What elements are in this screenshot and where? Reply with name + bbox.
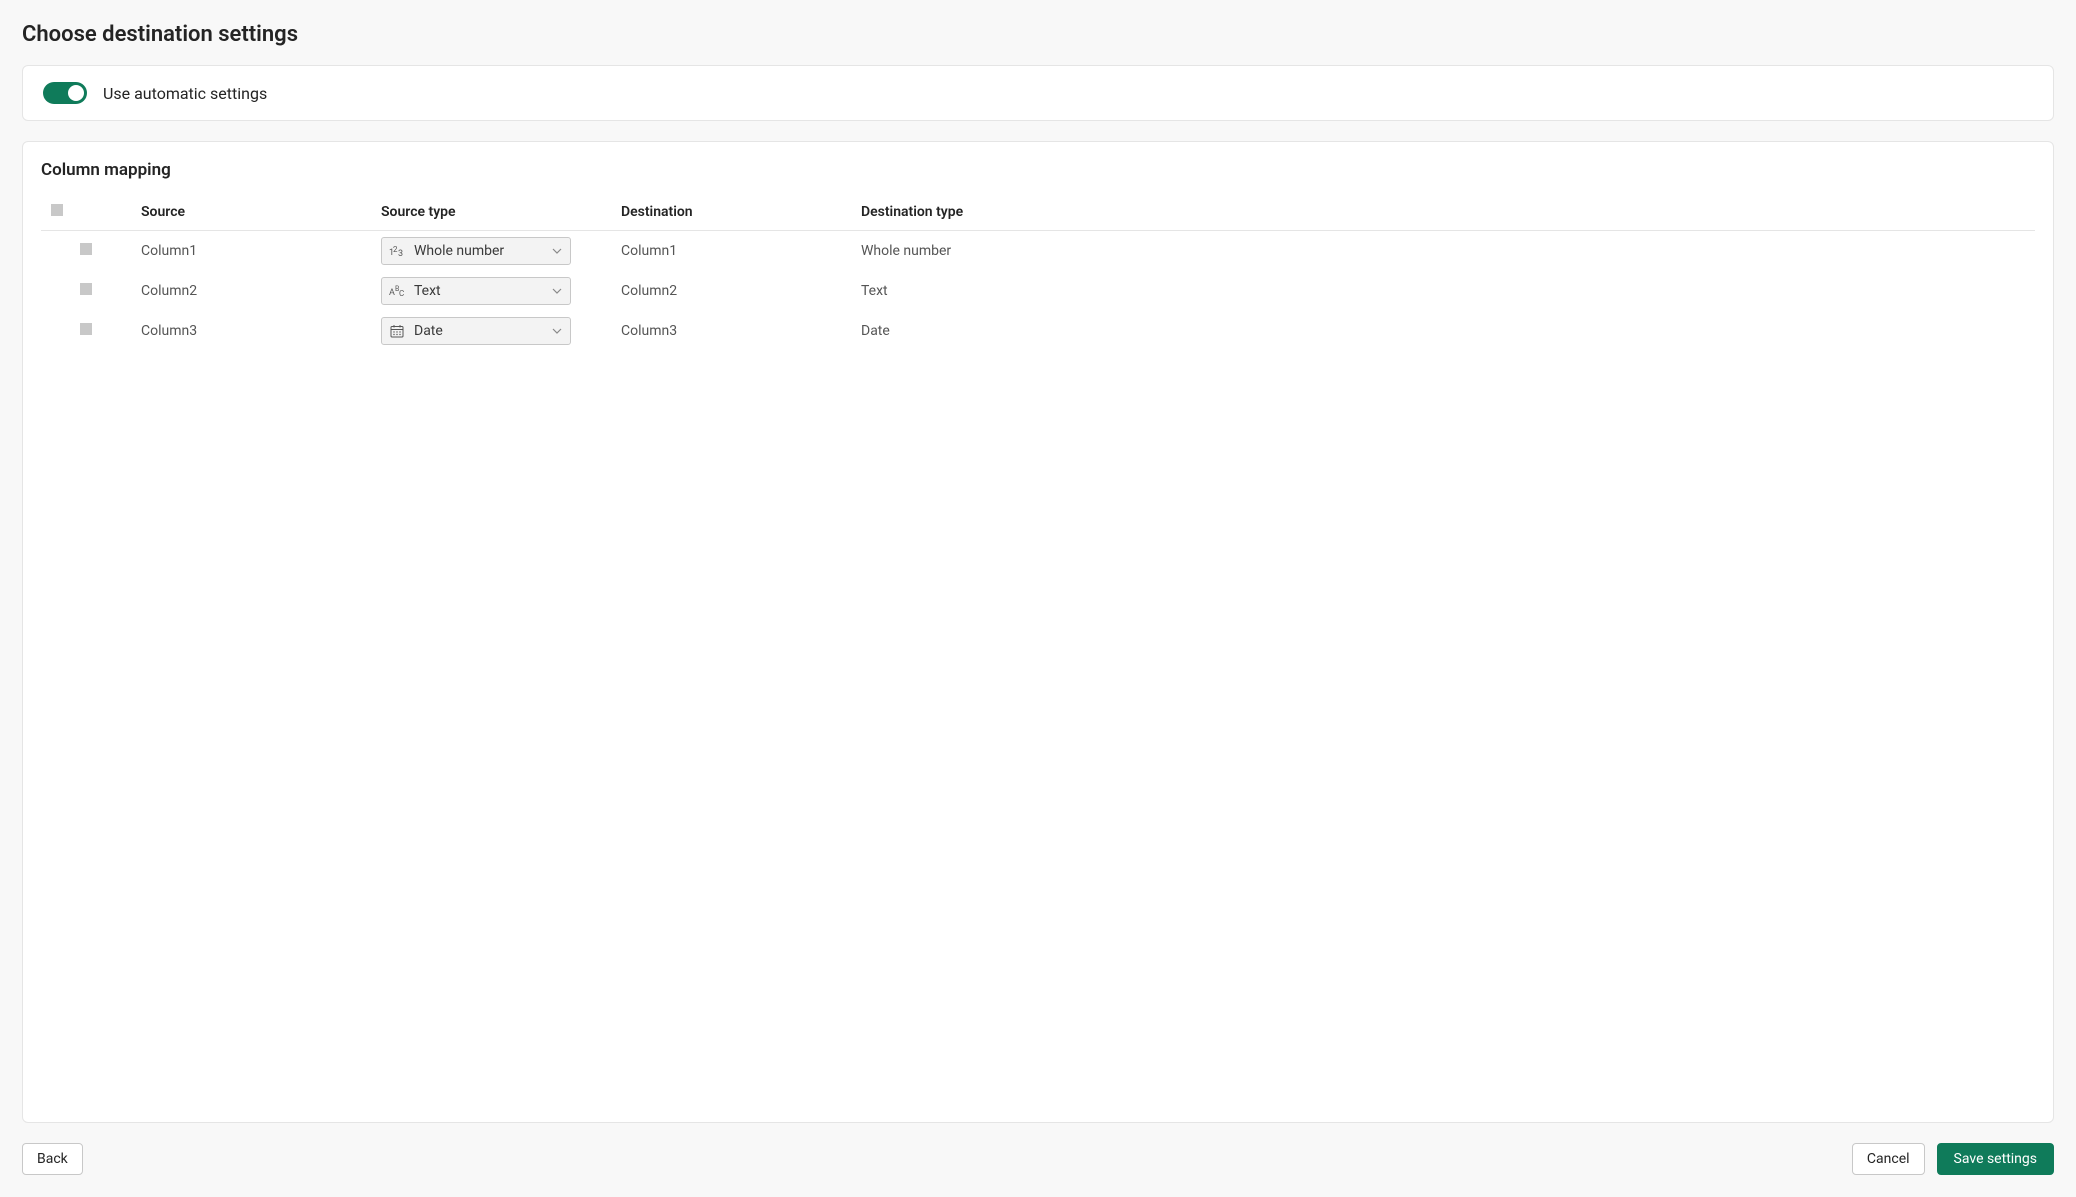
- header-destination: Destination: [611, 196, 851, 231]
- column-mapping-title: Column mapping: [41, 160, 2035, 180]
- page-title: Choose destination settings: [22, 22, 2054, 47]
- footer-bar: Back Cancel Save settings: [22, 1143, 2054, 1197]
- source-type-dropdown[interactable]: Date: [381, 317, 571, 345]
- chevron-down-icon: [552, 288, 562, 294]
- source-type-label: Text: [414, 283, 544, 299]
- destination-type-cell: Date: [851, 311, 2035, 351]
- chevron-down-icon: [552, 248, 562, 254]
- row-checkbox[interactable]: [80, 243, 92, 255]
- cancel-button[interactable]: Cancel: [1852, 1143, 1925, 1175]
- source-type-label: Date: [414, 323, 544, 339]
- table-row: Column2 ABC Text Column2 Text: [41, 271, 2035, 311]
- source-cell: Column3: [131, 311, 371, 351]
- header-destination-type: Destination type: [851, 196, 2035, 231]
- destination-type-cell: Text: [851, 271, 2035, 311]
- source-cell: Column1: [131, 231, 371, 272]
- header-checkbox-cell: [41, 196, 131, 231]
- column-mapping-card: Column mapping Source Source type Destin…: [22, 141, 2054, 1123]
- automatic-settings-row: Use automatic settings: [43, 82, 2033, 104]
- source-type-dropdown[interactable]: ABC Text: [381, 277, 571, 305]
- row-checkbox[interactable]: [80, 323, 92, 335]
- automatic-settings-toggle[interactable]: [43, 82, 87, 104]
- source-type-label: Whole number: [414, 243, 544, 259]
- row-checkbox[interactable]: [80, 283, 92, 295]
- svg-text:C: C: [399, 289, 404, 298]
- table-row: Column1 123 Whole number Column1 Whole n…: [41, 231, 2035, 272]
- svg-text:3: 3: [398, 249, 403, 258]
- source-type-dropdown[interactable]: 123 Whole number: [381, 237, 571, 265]
- chevron-down-icon: [552, 328, 562, 334]
- column-mapping-table: Source Source type Destination Destinati…: [41, 196, 2035, 351]
- destination-type-cell: Whole number: [851, 231, 2035, 272]
- header-source: Source: [131, 196, 371, 231]
- table-header-row: Source Source type Destination Destinati…: [41, 196, 2035, 231]
- select-all-checkbox[interactable]: [51, 204, 63, 216]
- header-source-type: Source type: [371, 196, 611, 231]
- destination-cell: Column3: [611, 311, 851, 351]
- calendar-icon: [388, 324, 406, 338]
- destination-cell: Column2: [611, 271, 851, 311]
- number-icon: 123: [388, 244, 406, 258]
- automatic-settings-label: Use automatic settings: [103, 84, 267, 103]
- source-cell: Column2: [131, 271, 371, 311]
- automatic-settings-card: Use automatic settings: [22, 65, 2054, 121]
- save-settings-button[interactable]: Save settings: [1937, 1143, 2054, 1175]
- text-icon: ABC: [388, 284, 406, 298]
- destination-cell: Column1: [611, 231, 851, 272]
- back-button[interactable]: Back: [22, 1143, 83, 1175]
- table-row: Column3 Da: [41, 311, 2035, 351]
